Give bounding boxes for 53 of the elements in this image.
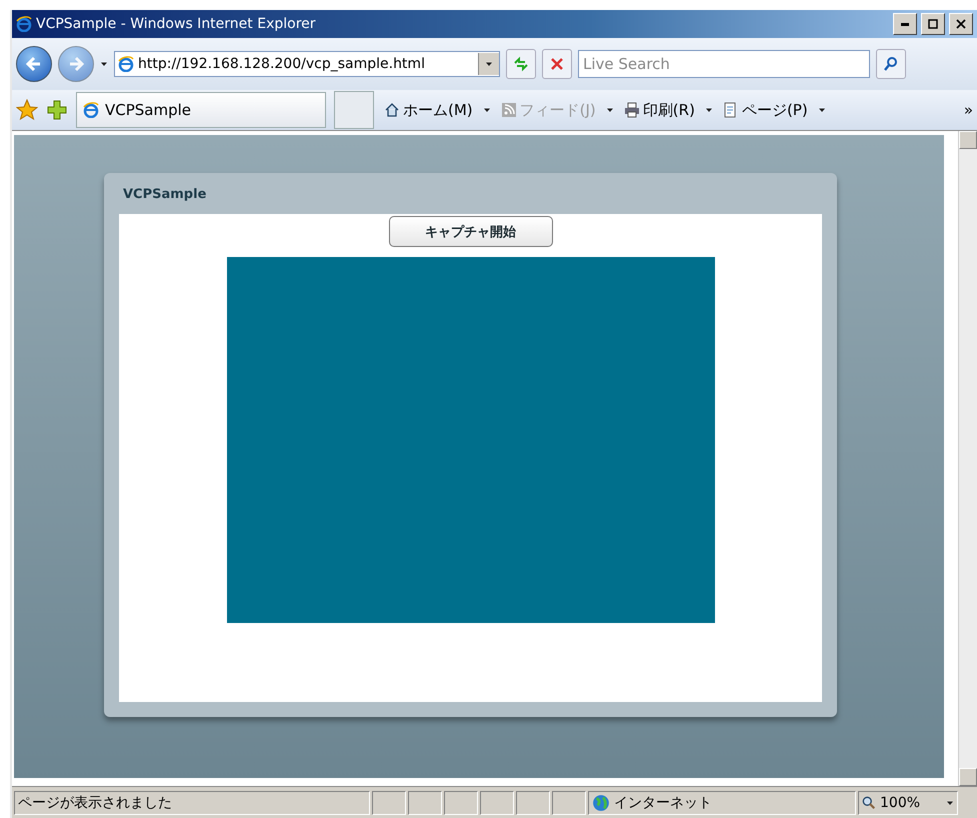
command-button[interactable]: 印刷(R) (622, 100, 697, 120)
status-pane (480, 790, 514, 814)
close-button[interactable] (949, 13, 973, 35)
zoom-icon (862, 796, 876, 810)
browser-tab[interactable]: VCPSample (76, 92, 326, 128)
printer-icon (624, 102, 640, 118)
status-text: ページが表示されました (14, 790, 370, 814)
panel-title: VCPSample (122, 186, 208, 204)
search-button[interactable] (876, 49, 906, 79)
scrollbar[interactable] (958, 131, 977, 786)
search-field[interactable]: Live Search (578, 50, 870, 78)
caret-icon (100, 60, 108, 68)
add-star-icon[interactable] (46, 99, 68, 121)
dropdown-button[interactable] (478, 53, 499, 75)
minimize-button[interactable] (893, 13, 917, 35)
close-icon (956, 19, 966, 29)
feed-icon (500, 102, 517, 118)
caret-icon (704, 106, 713, 114)
forward-button[interactable] (58, 46, 94, 82)
minimize-icon (901, 22, 909, 26)
start-capture-button[interactable]: キャプチャ開始 (388, 216, 552, 247)
browser-logo-icon (16, 16, 32, 32)
status-pane (408, 790, 442, 814)
status-pane (552, 790, 586, 814)
command-button[interactable]: ページ(P) (720, 100, 810, 120)
browser-logo-icon (118, 56, 134, 72)
stop-x-icon (549, 56, 565, 72)
browser-logo-icon (83, 102, 99, 118)
command-button[interactable]: ホーム(M) (382, 100, 475, 120)
zone-label: インターネット (614, 794, 712, 812)
caret-icon (485, 60, 493, 68)
caret-icon (818, 106, 826, 114)
search-icon (883, 56, 899, 72)
globe-icon (592, 794, 610, 812)
star-icon[interactable] (16, 99, 38, 121)
refresh-button[interactable] (506, 49, 536, 79)
back-button[interactable] (16, 46, 52, 82)
status-pane (516, 790, 550, 814)
maximize-button[interactable] (921, 13, 945, 35)
more-chevron[interactable]: » (964, 101, 973, 119)
window-title: VCPSample - Windows Internet Explorer (36, 16, 317, 32)
house-icon (384, 102, 400, 118)
zoom-control[interactable]: 100% (858, 790, 958, 814)
stop-button[interactable] (542, 49, 572, 79)
status-pane (372, 790, 406, 814)
address-field[interactable]: http://192.168.128.200/vcp_sample.html (114, 51, 500, 77)
refresh-arrows-icon (512, 55, 530, 73)
tab-title: VCPSample (105, 101, 192, 119)
maximize-icon (928, 19, 938, 29)
caret-icon (482, 106, 491, 114)
caret-icon (606, 106, 614, 114)
status-pane (444, 790, 478, 814)
caret-icon (946, 798, 954, 806)
